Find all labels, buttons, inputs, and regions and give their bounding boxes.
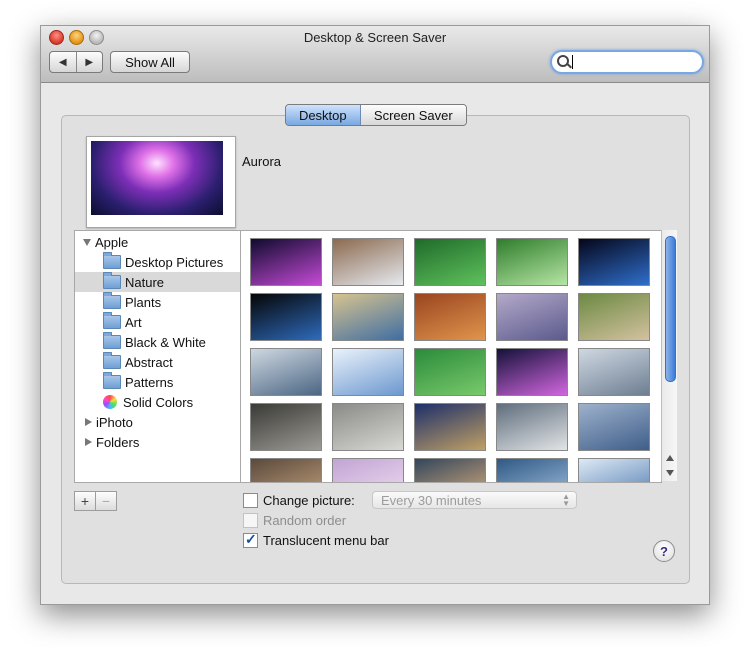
sidebar-item-label: Black & White: [125, 334, 206, 350]
tab-desktop[interactable]: Desktop: [286, 105, 361, 125]
dew-drop-thumbnail[interactable]: [496, 238, 568, 286]
change-picture-option[interactable]: Change picture:: [243, 491, 355, 509]
help-button[interactable]: ?: [653, 540, 675, 562]
sea-horizon-thumbnail[interactable]: [578, 458, 650, 482]
interval-popup[interactable]: Every 30 minutes ▲ ▼: [372, 491, 577, 509]
waves-thumbnail[interactable]: [578, 403, 650, 451]
calm-water-thumbnail[interactable]: [250, 348, 322, 396]
ocean-thumbnail[interactable]: [496, 458, 568, 482]
interval-value: Every 30 minutes: [381, 492, 482, 508]
random-order-label: Random order: [263, 512, 347, 528]
mountains-thumbnail[interactable]: [332, 238, 404, 286]
change-picture-label: Change picture:: [263, 492, 355, 508]
stones-thumbnail[interactable]: [332, 403, 404, 451]
ladybug-leaves-thumbnail[interactable]: [414, 238, 486, 286]
random-order-option[interactable]: Random order: [243, 511, 346, 529]
search-icon: [557, 55, 569, 67]
preferences-window: Desktop & Screen Saver ◀ ▶ Show All Desk…: [40, 25, 710, 605]
sidebar-item-plants[interactable]: Plants: [75, 292, 240, 312]
sidebar-item-label: Plants: [125, 294, 162, 310]
folder-icon: [103, 332, 121, 349]
earth-horizon-thumbnail[interactable]: [578, 238, 650, 286]
remove-button[interactable]: −: [95, 491, 117, 511]
folder-icon: [103, 272, 121, 289]
title-bar: Desktop & Screen Saver ◀ ▶ Show All: [41, 26, 709, 83]
earth-thumbnail[interactable]: [250, 293, 322, 341]
beach-thumbnail[interactable]: [332, 293, 404, 341]
search-field[interactable]: [550, 50, 704, 74]
tab-bar: Desktop Screen Saver: [285, 104, 467, 126]
folder-icon: [103, 252, 121, 269]
aurora-thumbnail[interactable]: [250, 238, 322, 286]
sidebar-item-iphoto[interactable]: iPhoto: [75, 412, 240, 432]
sidebar-item-label: Desktop Pictures: [125, 254, 224, 270]
ice-thumbnail[interactable]: [332, 348, 404, 396]
snow-leopard-thumbnail[interactable]: [496, 403, 568, 451]
scroll-up-arrow-icon[interactable]: [666, 455, 674, 461]
folder-icon: [103, 352, 121, 369]
sidebar-item-label: Apple: [95, 234, 129, 250]
folder-icon: [103, 292, 121, 309]
folder-icon: [103, 372, 121, 389]
folder-icon: [103, 312, 121, 329]
leopard-thumbnail[interactable]: [414, 403, 486, 451]
source-list: Apple Desktop Pictures Nature Plants Art…: [74, 230, 241, 483]
show-all-button[interactable]: Show All: [110, 51, 190, 73]
sidebar-item-solid-colors[interactable]: Solid Colors: [75, 392, 240, 412]
scroll-thumb[interactable]: [665, 236, 676, 382]
translucent-menu-checkbox[interactable]: [243, 531, 258, 548]
pagoda-thumbnail[interactable]: [578, 293, 650, 341]
sidebar-item-label: Patterns: [125, 374, 174, 390]
add-button[interactable]: +: [74, 491, 96, 511]
sidebar-item-desktop-pictures[interactable]: Desktop Pictures: [75, 252, 240, 272]
disclosure-right-icon[interactable]: [85, 418, 92, 426]
back-arrow-icon[interactable]: ◀: [50, 52, 77, 72]
text-cursor: [572, 55, 573, 69]
sidebar-item-label: Art: [125, 314, 142, 330]
tab-screen-saver[interactable]: Screen Saver: [360, 105, 466, 125]
sidebar-item-label: Folders: [96, 434, 140, 450]
disclosure-right-icon[interactable]: [85, 438, 92, 446]
sunset-shore-thumbnail[interactable]: [414, 458, 486, 482]
aurora-preview-image: [91, 141, 223, 215]
sidebar-item-apple[interactable]: Apple: [75, 232, 240, 252]
sidebar-item-label: Nature: [125, 274, 165, 290]
sidebar-item-black-white[interactable]: Black & White: [75, 332, 240, 352]
popup-arrows-icon: ▲ ▼: [562, 492, 570, 508]
wallpaper-grid: [241, 230, 662, 483]
purple-peak-thumbnail[interactable]: [332, 458, 404, 482]
sidebar-item-label: iPhoto: [96, 414, 133, 430]
sidebar-item-folders[interactable]: Folders: [75, 432, 240, 452]
current-wallpaper-preview: [86, 136, 236, 228]
dunes-thumbnail[interactable]: [496, 293, 568, 341]
scroll-down-arrow-icon[interactable]: [666, 470, 674, 476]
sidebar-item-label: Solid Colors: [123, 394, 194, 410]
reeds-thumbnail[interactable]: [578, 348, 650, 396]
translucent-menu-option[interactable]: Translucent menu bar: [243, 531, 389, 549]
color-wheel-icon: [103, 395, 117, 409]
current-wallpaper-name: Aurora: [242, 154, 282, 169]
window-title: Desktop & Screen Saver: [303, 30, 447, 45]
vertical-scrollbar[interactable]: [661, 230, 677, 481]
sandstone-thumbnail[interactable]: [414, 293, 486, 341]
aurora-2-thumbnail[interactable]: [496, 348, 568, 396]
disclosure-down-icon[interactable]: [83, 238, 91, 246]
sidebar-item-art[interactable]: Art: [75, 312, 240, 332]
pebbles-thumbnail[interactable]: [250, 458, 322, 482]
sidebar-item-patterns[interactable]: Patterns: [75, 372, 240, 392]
back-forward-control: ◀ ▶: [49, 51, 103, 73]
zen-garden-thumbnail[interactable]: [250, 403, 322, 451]
ladybug-thumbnail[interactable]: [414, 348, 486, 396]
change-picture-checkbox[interactable]: [243, 492, 258, 508]
sidebar-item-label: Abstract: [125, 354, 173, 370]
translucent-menu-label: Translucent menu bar: [263, 532, 389, 548]
forward-arrow-icon[interactable]: ▶: [77, 52, 103, 72]
sidebar-item-nature[interactable]: Nature: [75, 272, 240, 292]
sidebar-item-abstract[interactable]: Abstract: [75, 352, 240, 372]
random-order-checkbox[interactable]: [243, 512, 258, 528]
